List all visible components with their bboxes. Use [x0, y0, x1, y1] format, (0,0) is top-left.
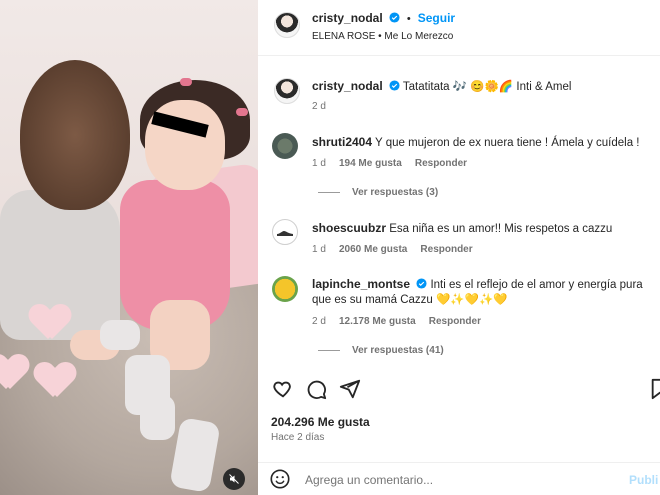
audio-attribution[interactable]: ELENA ROSE • Me Lo Merezco	[312, 31, 453, 42]
bookmark-icon	[651, 378, 660, 400]
media-heart-sticker	[35, 363, 75, 399]
verified-badge-icon	[389, 80, 400, 91]
comment-input[interactable]	[305, 471, 605, 488]
comment-text-continued: que es su mamá Cazzu 💛✨💛✨💛	[312, 294, 508, 306]
comment-item: shruti2404 Y que mujeron de ex nuera tie…	[312, 134, 639, 152]
media-child-left-hair	[20, 60, 130, 210]
media-heart-sticker	[30, 305, 70, 341]
heart-icon	[273, 381, 291, 398]
comment-time[interactable]: 2 d	[312, 316, 326, 327]
follow-button[interactable]: Seguir	[418, 11, 455, 25]
comment-likes[interactable]: 12.178 Me gusta	[339, 316, 416, 327]
media-sock	[140, 395, 175, 440]
view-replies-button[interactable]: Ver respuestas (3)	[318, 187, 438, 198]
post-header: cristy_nodal • Seguir ELENA ROSE • Me Lo…	[258, 0, 660, 56]
shoe-logo-icon	[277, 231, 293, 236]
caption-avatar[interactable]	[274, 78, 300, 104]
post-details-panel: cristy_nodal • Seguir ELENA ROSE • Me Lo…	[258, 0, 660, 495]
comment-meta: 1 d 194 Me gusta Responder	[312, 157, 467, 169]
verified-badge-icon	[389, 12, 400, 23]
comment-time[interactable]: 1 d	[312, 158, 326, 169]
comment-username[interactable]: shruti2404	[312, 135, 372, 149]
publish-button[interactable]: Publi	[629, 473, 658, 487]
comment-text: Y que mujeron de ex nuera tiene ! Ámela …	[375, 137, 640, 149]
paper-plane-icon	[339, 379, 361, 399]
comment-composer: Publi	[258, 462, 660, 495]
comment-likes[interactable]: 2060 Me gusta	[339, 244, 407, 255]
post-media[interactable]	[0, 0, 258, 495]
divider-line	[318, 349, 340, 351]
divider-line	[318, 191, 340, 193]
caption-time[interactable]: 2 d	[312, 101, 326, 112]
comment-meta: 2 d 12.178 Me gusta Responder	[312, 315, 481, 327]
reply-button[interactable]: Responder	[429, 316, 481, 327]
comment-meta: 1 d 2060 Me gusta Responder	[312, 243, 473, 255]
post-actions: 204.296 Me gusta Hace 2 días	[258, 372, 660, 462]
view-replies-label: Ver respuestas (3)	[352, 187, 439, 198]
comment-avatar[interactable]	[272, 276, 298, 302]
audio-artist: ELENA ROSE	[312, 31, 376, 42]
post-caption: cristy_nodal Tatatitata 🎶 😊🌼🌈 Inti & Ame…	[312, 78, 571, 96]
audio-song: Me Lo Merezco	[384, 31, 454, 42]
likes-count[interactable]: 204.296 Me gusta	[271, 415, 370, 429]
media-heart-sticker	[0, 355, 28, 391]
comment-button[interactable]	[305, 378, 329, 402]
reply-button[interactable]: Responder	[415, 158, 467, 169]
verified-badge-icon	[416, 278, 427, 289]
comment-text: Esa niña es un amor!! Mis respetos a caz…	[389, 223, 613, 235]
smiley-icon	[270, 469, 290, 489]
like-button[interactable]	[272, 378, 296, 402]
view-replies-label: Ver respuestas (41)	[352, 345, 444, 356]
post-date: Hace 2 días	[271, 432, 325, 443]
media-hair-bow	[236, 108, 248, 116]
caption-username[interactable]: cristy_nodal	[312, 79, 383, 93]
save-button[interactable]	[650, 378, 660, 402]
comment-avatar[interactable]	[272, 133, 298, 159]
media-sock	[100, 320, 140, 350]
comment-username[interactable]: lapinche_montse	[312, 277, 410, 291]
separator-dot: •	[406, 13, 411, 25]
media-hair-bow	[180, 78, 192, 86]
comment-likes[interactable]: 194 Me gusta	[339, 158, 402, 169]
comment-text: Inti es el reflejo de el amor y energía …	[430, 279, 643, 291]
emoji-button[interactable]	[269, 468, 293, 492]
view-replies-button[interactable]: Ver respuestas (41)	[318, 345, 444, 356]
comment-bubble-icon	[307, 380, 327, 400]
reply-button[interactable]: Responder	[420, 244, 472, 255]
caption-text: Tatatitata 🎶 😊🌼🌈 Inti & Amel	[402, 81, 572, 93]
mute-button[interactable]	[223, 468, 245, 490]
comment-avatar[interactable]	[272, 219, 298, 245]
author-avatar[interactable]	[274, 12, 300, 38]
comment-username[interactable]: shoescuubzr	[312, 221, 386, 235]
share-button[interactable]	[339, 378, 363, 402]
author-username[interactable]: cristy_nodal	[312, 11, 383, 25]
comment-item: shoescuubzr Esa niña es un amor!! Mis re…	[312, 220, 612, 238]
comment-time[interactable]: 1 d	[312, 244, 326, 255]
speaker-muted-icon	[229, 474, 239, 484]
